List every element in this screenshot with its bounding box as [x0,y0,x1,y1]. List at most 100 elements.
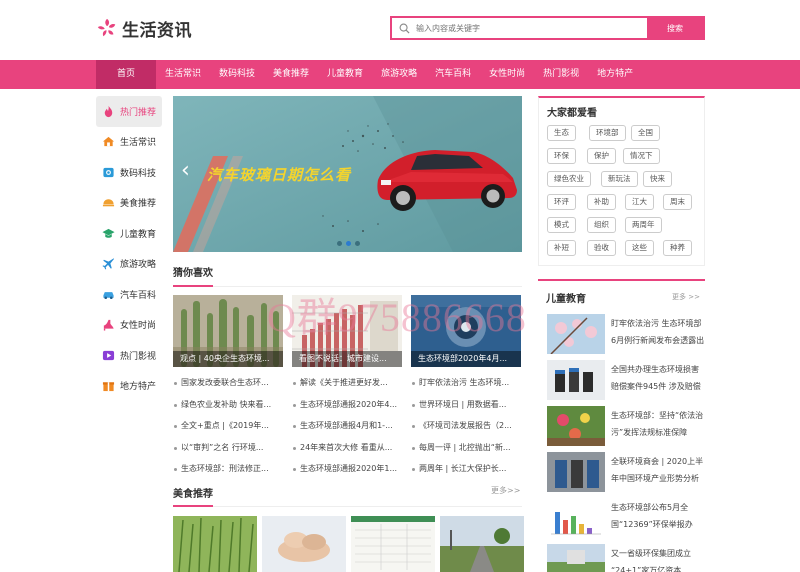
sidebar-item-label: 汽车百科 [120,290,157,301]
sidebar-item[interactable]: 美食推荐 [96,188,162,219]
nav-item[interactable]: 美食推荐 [264,60,318,89]
sidebar-item[interactable]: 生活常识 [96,127,162,158]
sidebar-item[interactable]: 热门影视 [96,340,162,371]
news-item[interactable]: 生态环境部公布5月全国“12369”环保举报办 [547,498,703,540]
sidebar-item[interactable]: 热门推荐 [96,96,162,127]
tag-chip[interactable]: 快来 [643,171,672,187]
sidebar-item[interactable]: 地方特产 [96,371,162,402]
news-item[interactable]: 全联环境商会 | 2020上半年中国环境产业形势分析 [547,452,703,494]
news-title[interactable]: 又一省级环保集团成立 “24+1”家万亿资本 [611,545,705,572]
news-item[interactable]: 又一省级环保集团成立 “24+1”家万亿资本 [547,544,703,572]
list-item[interactable]: 以“审判”之名 行环境... [173,437,283,459]
search-button[interactable]: 搜索 [647,18,703,38]
tag-chip[interactable]: 两周年 [625,217,662,233]
tag-chip[interactable]: 全国 [631,125,660,141]
tag-chip[interactable]: 种养 [663,240,692,256]
news-title[interactable]: 生态环境部：坚持“依法治污”发挥法规标准保障 [611,407,705,443]
tag-chip[interactable]: 环境部 [589,125,626,141]
news-thumbnail[interactable] [547,452,605,492]
list-item[interactable]: 《环境司法发展报告（2... [411,415,521,437]
food-more-link[interactable]: 更多>> [491,485,520,496]
news-title[interactable]: 盯牢依法治污 生态环境部6月例行新闻发布会透露出 [611,315,705,351]
nav-item[interactable]: 儿童教育 [318,60,372,89]
children-more-link[interactable]: 更多 >> [672,292,700,302]
sidebar-item[interactable]: 旅游攻略 [96,249,162,280]
list-item[interactable]: 世界环境日 | 用数据看... [411,394,521,416]
news-item[interactable]: 盯牢依法治污 生态环境部6月例行新闻发布会透露出 [547,314,705,356]
search-input[interactable] [416,18,647,38]
list-item[interactable]: 国家发改委联合生态环... [173,372,283,394]
nav-item[interactable]: 数码科技 [210,60,264,89]
tag-chip[interactable]: 补助 [587,194,616,210]
sidebar-item[interactable]: 儿童教育 [96,218,162,249]
food-image-3[interactable] [351,516,435,572]
sidebar-item-label: 女性时尚 [120,321,157,332]
nav-item[interactable]: 热门影视 [534,60,588,89]
tag-chip[interactable]: 绿色农业 [547,171,591,187]
watermark: Q群975886668 [267,295,527,340]
camera-icon [102,166,115,179]
sidebar-item[interactable]: 女性时尚 [96,310,162,341]
nav-item[interactable]: 女性时尚 [480,60,534,89]
news-title[interactable]: 生态环境部公布5月全国“12369”环保举报办 [611,499,705,535]
news-thumbnail[interactable] [547,360,605,400]
list-item[interactable]: 生态环境部通报2020年1... [292,458,402,480]
food-image-1[interactable] [173,516,257,572]
tag-chip[interactable]: 江大 [625,194,654,210]
tag-chip[interactable]: 保护 [587,148,616,164]
food-image-2[interactable] [262,516,346,572]
nav-item[interactable]: 生活常识 [156,60,210,89]
list-item[interactable]: 全文+重点 |《2019年... [173,415,283,437]
guess-caption[interactable]: 观点 | 40央企生态环境... [173,351,283,367]
list-item[interactable]: 绿色农业发补助 快来看... [173,394,283,416]
site-logo[interactable]: 生活资讯 [96,15,192,41]
news-thumbnail[interactable] [547,544,605,572]
guess-caption[interactable]: 看图不说话：城市建设... [292,351,402,367]
nav-item[interactable]: 旅游攻略 [372,60,426,89]
sidebar-item-label: 热门推荐 [120,107,157,118]
guess-caption[interactable]: 生态环境部2020年4月... [411,351,521,367]
list-item[interactable]: 盯牢依法治污 生态环境... [411,372,521,394]
carousel-dot[interactable] [355,241,360,246]
banner-headline: 汽车玻璃日期怎么看 [207,166,352,184]
tag-chip[interactable]: 补短 [547,240,576,256]
header: 生活资讯 搜索 [0,0,800,60]
news-item[interactable]: 生态环境部：坚持“依法治污”发挥法规标准保障 [547,406,703,448]
tag-chip[interactable]: 验收 [587,240,616,256]
news-thumbnail[interactable] [547,406,605,446]
sidebar-item-label: 儿童教育 [120,229,157,240]
list-item[interactable]: 两周年 | 长江大保护长... [411,458,521,480]
news-title[interactable]: 全国共办理生态环境损害赔偿案件945件 涉及赔偿 [611,361,705,397]
list-item[interactable]: 每周一评 | 北控抛出“新... [411,437,521,459]
news-title[interactable]: 全联环境商会 | 2020上半年中国环境产业形势分析 [611,453,705,489]
category-sidebar: 热门推荐生活常识 数码科技 美食推荐儿童教育旅游攻略汽车百科女性时尚热门影视 地方特产 [96,96,162,401]
list-item[interactable]: 生态环境部：刑法修正... [173,458,283,480]
list-item[interactable]: 生态环境部通报2020年4... [292,394,402,416]
news-thumbnail[interactable] [547,314,605,354]
news-thumbnail[interactable] [547,498,605,538]
tag-chip[interactable]: 情况下 [623,148,660,164]
carousel-dot-active[interactable] [346,241,351,246]
nav-item[interactable]: 汽车百科 [426,60,480,89]
nav-item[interactable]: 地方特产 [588,60,642,89]
list-item[interactable]: 解读《关于推进更好发... [292,372,402,394]
carousel-dot[interactable] [337,241,342,246]
tag-chip[interactable]: 模式 [547,217,576,233]
news-item[interactable]: 全国共办理生态环境损害赔偿案件945件 涉及赔偿 [547,360,703,402]
tag-chip[interactable]: 这些 [625,240,654,256]
tag-chip[interactable]: 环评 [547,194,576,210]
banner-carousel[interactable]: ‹ 汽车玻璃日期怎么看 [173,96,522,252]
list-item[interactable]: 24年来首次大修 看重从... [292,437,402,459]
tag-chip[interactable]: 生态 [547,125,576,141]
section-divider [173,506,522,507]
carousel-prev-arrow-icon[interactable]: ‹ [181,158,195,184]
tag-chip[interactable]: 新玩法 [601,171,638,187]
nav-item-home[interactable]: 首页 [96,60,156,89]
tag-chip[interactable]: 环保 [547,148,576,164]
list-item[interactable]: 生态环境部通报4月和1-... [292,415,402,437]
sidebar-item[interactable]: 汽车百科 [96,279,162,310]
food-image-4[interactable] [440,516,524,572]
sidebar-item[interactable]: 数码科技 [96,157,162,188]
tag-chip[interactable]: 周末 [663,194,692,210]
tag-chip[interactable]: 组织 [587,217,616,233]
